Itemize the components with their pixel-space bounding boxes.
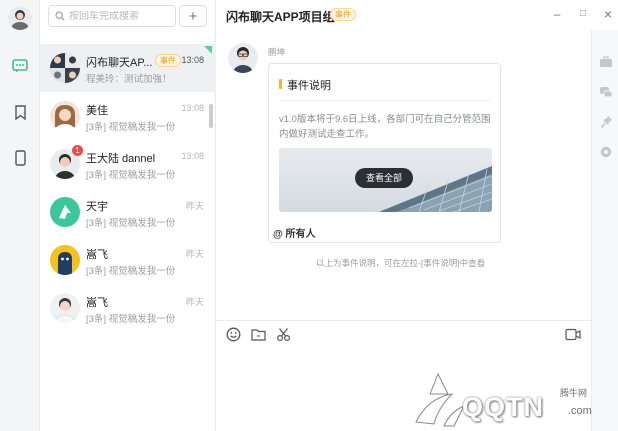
chat-name: 美佳 (86, 105, 108, 117)
chat-bubbles-icon[interactable] (598, 84, 614, 100)
add-button[interactable]: + (179, 5, 207, 27)
chat-time: 昨天 (185, 249, 204, 259)
list-scrollbar[interactable] (209, 104, 213, 128)
pin-icon[interactable] (598, 114, 614, 130)
system-note: 以上为事件说明，可在左拉-[事件说明]中查看 (316, 258, 486, 268)
chat-panel: 闪布聊天APP项目组 事件 – □ × 鹏坤 事件说明 v1.0版本将于9.6日… (216, 0, 612, 431)
chat-item[interactable]: 天宇 昨天 [3条] 视觉稿发我一份 (40, 188, 216, 236)
event-card[interactable]: 事件说明 v1.0版本将于9.6日上线，各部门可在自己分管范围内做好测试走查工作… (268, 63, 501, 243)
chat-header: 闪布聊天APP项目组 事件 – □ × (216, 0, 618, 30)
chat-name: 天宇 (86, 201, 108, 213)
briefcase-icon[interactable] (598, 54, 614, 70)
chat-preview: [3条] 视觉稿发我一份 (86, 218, 176, 229)
chat-preview: [3条] 视觉稿发我一份 (86, 314, 176, 325)
scissors-icon[interactable] (274, 325, 292, 343)
chat-preview: [3条] 视觉稿发我一份 (86, 170, 176, 181)
chat-preview: [3条] 视觉稿发我一份 (86, 266, 176, 277)
chat-name: 嵩飞 (86, 297, 108, 309)
avatar (50, 293, 80, 323)
search-input[interactable] (69, 10, 169, 22)
sender-name: 鹏坤 (268, 47, 286, 57)
pinned-marker (204, 46, 212, 54)
mention-all: @ 所有人 (273, 229, 316, 240)
chat-preview: [3条] 视觉稿发我一份 (86, 122, 176, 133)
search-box[interactable] (48, 5, 176, 27)
folder-icon[interactable] (249, 325, 267, 343)
unread-badge: 1 (72, 145, 83, 156)
my-avatar[interactable] (8, 6, 32, 30)
composer-divider (216, 320, 591, 321)
settings-icon[interactable] (598, 144, 614, 160)
avatar (50, 245, 80, 275)
card-image: 查看全部 (279, 148, 492, 212)
chat-item[interactable]: 1 王大陆 dannel 13:08 [3条] 视觉稿发我一份 (40, 140, 216, 188)
chat-time: 13:08 (181, 151, 204, 161)
side-tools (591, 30, 618, 431)
chat-time: 13:08 (181, 103, 204, 113)
chat-title: 闪布聊天APP项目组 (226, 10, 335, 24)
search-icon (55, 11, 65, 21)
avatar (50, 101, 80, 131)
chat-list: + 闪布聊天AP... 事件 13:08 程美玲：测试加強！ 美佳 13:08 … (40, 0, 216, 431)
minimize-button[interactable]: – (549, 6, 565, 22)
watermark-suffix: .com (568, 405, 592, 417)
chat-name: 闪布聊天AP... (86, 57, 153, 69)
sender-avatar[interactable] (228, 43, 258, 73)
chat-time: 昨天 (185, 201, 204, 211)
maximize-button[interactable]: □ (575, 6, 591, 22)
watermark-en: QQTN (462, 392, 544, 422)
video-call-icon[interactable] (564, 325, 582, 343)
chat-preview: 程美玲：测试加強！ (86, 74, 172, 85)
chat-time: 13:08 (181, 55, 204, 65)
chat-time: 昨天 (185, 297, 204, 307)
chat-name: 王大陆 dannel (86, 153, 156, 165)
emoji-icon[interactable] (224, 325, 242, 343)
group-avatar (50, 53, 80, 83)
chat-icon[interactable] (10, 56, 30, 76)
card-divider (279, 100, 490, 101)
chat-item[interactable]: 嵩飞 昨天 [3条] 视觉稿发我一份 (40, 236, 216, 284)
bookmark-icon[interactable] (10, 102, 30, 122)
chat-name: 嵩飞 (86, 249, 108, 261)
card-title: 事件说明 (279, 77, 331, 93)
chat-item[interactable]: 美佳 13:08 [3条] 视觉稿发我一份 (40, 92, 216, 140)
chat-item[interactable]: 嵩飞 昨天 [3条] 视觉稿发我一份 (40, 284, 216, 332)
event-tag: 事件 (330, 8, 356, 21)
chat-item-group[interactable]: 闪布聊天AP... 事件 13:08 程美玲：测试加強！ (40, 44, 216, 92)
view-all-button[interactable]: 查看全部 (355, 168, 413, 188)
nav-rail (0, 0, 40, 431)
event-tag: 事件 (155, 54, 181, 67)
avatar (50, 197, 80, 227)
watermark-cn: 腾牛网 (560, 388, 588, 398)
phone-icon[interactable] (10, 148, 30, 168)
close-button[interactable]: × (600, 6, 616, 22)
card-body: v1.0版本将于9.6日上线，各部门可在自己分管范围内做好测试走查工作。 (279, 114, 491, 140)
